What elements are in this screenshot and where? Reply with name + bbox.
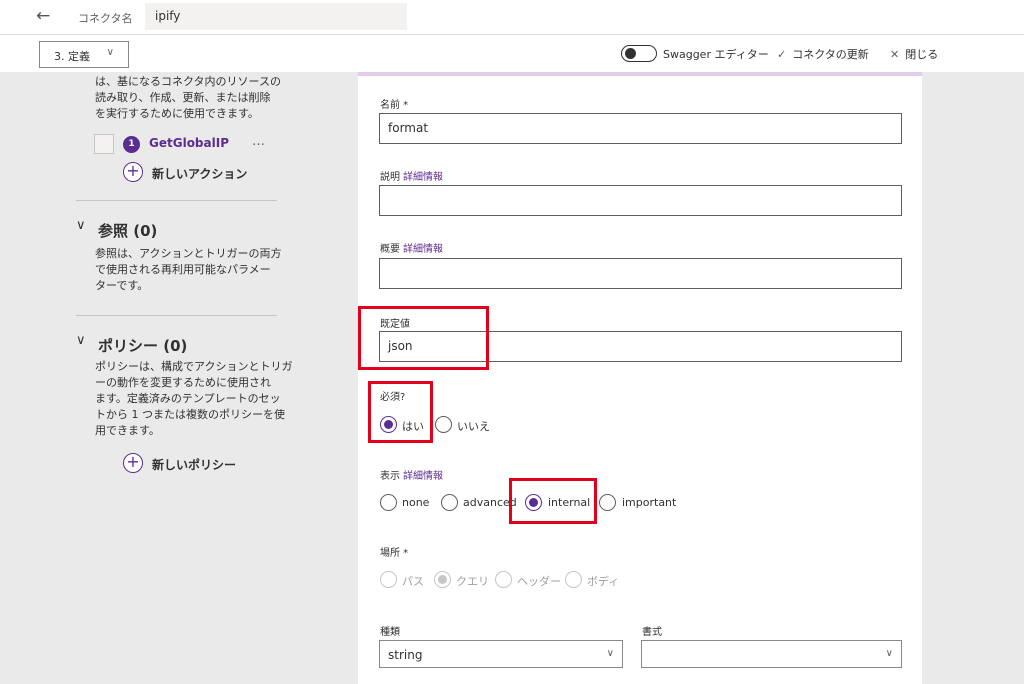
ref-desc-line: 参照は、アクションとトリガーの両方 (95, 247, 282, 260)
references-title[interactable]: 参照 (0) (98, 220, 157, 241)
chevron-down-icon[interactable]: ∨ (76, 218, 86, 233)
location-body-radio (565, 571, 582, 588)
visibility-none-radio[interactable] (380, 494, 397, 511)
command-bar: 3. 定義 ∨ Swagger エディター ✓ コネクタの更新 ✕ 閉じる (0, 34, 1024, 72)
visibility-internal-radio[interactable] (525, 494, 542, 511)
location-header-label: ヘッダー (517, 575, 561, 588)
top-bar: ← コネクタ名 ipify (0, 0, 1024, 34)
visibility-none-label[interactable]: none (402, 496, 429, 509)
connector-name-input[interactable]: ipify (145, 3, 407, 30)
references-description: 参照は、アクションとトリガーの両方 で使用される再利用可能なパラメー ターです。 (95, 246, 281, 294)
visibility-label-text: 表示 (380, 471, 400, 482)
policies-title[interactable]: ポリシー (0) (98, 335, 187, 356)
summary-input[interactable] (379, 258, 902, 289)
type-label: 種類 (380, 627, 400, 638)
summary-label: 概要 詳細情報 (380, 240, 443, 255)
description-label-text: 説明 (380, 172, 400, 183)
policy-desc-line: ます。定義済みのテンプレートのセッ (95, 392, 281, 405)
chevron-down-icon: ∨ (106, 47, 114, 58)
name-label: 名前 * (380, 100, 409, 111)
description-input[interactable] (379, 185, 902, 216)
step-dropdown-label: 3. 定義 (54, 50, 90, 63)
default-value-input[interactable]: json (379, 331, 902, 362)
close-button[interactable]: ✕ 閉じる (890, 46, 938, 62)
swagger-editor-label[interactable]: Swagger エディター (663, 46, 769, 62)
new-action-button[interactable]: 新しいアクション (152, 165, 247, 182)
visibility-important-label[interactable]: important (622, 496, 676, 509)
actions-desc-line: 読み取り、作成、更新、または削除 (95, 91, 271, 104)
location-query-label: クエリ (456, 575, 489, 588)
close-label: 閉じる (905, 48, 939, 61)
description-more-info-link[interactable]: 詳細情報 (403, 172, 443, 183)
action-number-badge: 1 (123, 136, 140, 153)
visibility-important-radio[interactable] (599, 494, 616, 511)
type-select-value: string (388, 648, 423, 662)
actions-description: は、基になるコネクタ内のリソースの 読み取り、作成、更新、または削除 を実行する… (95, 74, 281, 122)
name-input[interactable]: format (379, 113, 902, 144)
more-icon[interactable]: … (252, 134, 265, 149)
location-query-radio (434, 571, 451, 588)
visibility-internal-label[interactable]: internal (548, 496, 590, 509)
visibility-label: 表示 詳細情報 (380, 467, 443, 482)
connector-name-label: コネクタ名 (78, 12, 133, 25)
action-checkbox[interactable] (94, 134, 114, 154)
chevron-down-icon[interactable]: ∨ (76, 333, 86, 348)
required-label: 必須? (380, 392, 406, 403)
divider (76, 200, 277, 201)
parameter-form: 名前 * format 説明 詳細情報 概要 詳細情報 既定値 json 必須? は… (358, 72, 922, 684)
summary-label-text: 概要 (380, 244, 400, 255)
location-body-label: ボディ (587, 575, 620, 588)
add-action-icon[interactable]: + (123, 162, 143, 182)
visibility-advanced-radio[interactable] (441, 494, 458, 511)
check-icon: ✓ (777, 48, 787, 61)
toggle-knob (625, 48, 636, 59)
policies-description: ポリシーは、構成でアクションとトリガ ーの動作を変更するために使用され ます。定… (95, 359, 292, 439)
left-panel: は、基になるコネクタ内のリソースの 読み取り、作成、更新、または削除 を実行する… (0, 72, 358, 684)
default-value-label: 既定値 (380, 319, 410, 330)
location-label: 場所 * (380, 548, 409, 559)
actions-desc-line: は、基になるコネクタ内のリソースの (95, 75, 282, 88)
summary-more-info-link[interactable]: 詳細情報 (403, 244, 443, 255)
policy-desc-line: ポリシーは、構成でアクションとトリガ (95, 360, 293, 373)
required-no-label[interactable]: いいえ (457, 418, 490, 434)
ref-desc-line: で使用される再利用可能なパラメー (95, 263, 271, 276)
description-label: 説明 詳細情報 (380, 168, 443, 183)
close-icon: ✕ (890, 48, 900, 61)
format-select[interactable]: ∨ (641, 640, 902, 668)
add-policy-icon[interactable]: + (123, 453, 143, 473)
action-name-link[interactable]: GetGlobalIP (149, 136, 229, 150)
chevron-down-icon: ∨ (885, 648, 893, 659)
policy-desc-line: ーの動作を変更するために使用され (95, 376, 271, 389)
location-path-label: パス (402, 575, 424, 588)
visibility-more-info-link[interactable]: 詳細情報 (403, 471, 443, 482)
required-yes-label[interactable]: はい (402, 418, 424, 434)
new-policy-button[interactable]: 新しいポリシー (152, 456, 236, 473)
swagger-editor-toggle[interactable] (621, 45, 657, 62)
update-connector-label: コネクタの更新 (792, 48, 869, 61)
form-accent-bar (358, 72, 922, 76)
required-yes-radio[interactable] (380, 416, 397, 433)
location-path-radio (380, 571, 397, 588)
ref-desc-line: ターです。 (95, 279, 149, 292)
step-dropdown[interactable]: 3. 定義 ∨ (39, 41, 129, 68)
type-select[interactable]: string ∨ (379, 640, 623, 668)
right-margin (922, 72, 1024, 684)
update-connector-button[interactable]: ✓ コネクタの更新 (777, 46, 869, 62)
actions-desc-line: を実行するために使用できます。 (95, 107, 259, 120)
chevron-down-icon: ∨ (606, 648, 614, 659)
required-no-radio[interactable] (435, 416, 452, 433)
policy-desc-line: 用できます。 (95, 424, 160, 437)
format-label: 書式 (642, 627, 662, 638)
divider (76, 315, 277, 316)
visibility-advanced-label[interactable]: advanced (463, 496, 517, 509)
policy-desc-line: トから 1 つまたは複数のポリシーを使 (95, 408, 285, 421)
location-header-radio (495, 571, 512, 588)
back-arrow-icon[interactable]: ← (36, 6, 50, 26)
